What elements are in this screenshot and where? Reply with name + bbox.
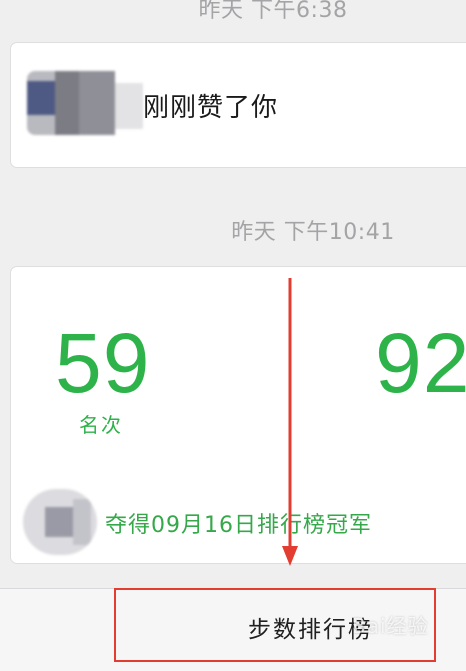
like-message-text: 刚刚赞了你: [143, 93, 279, 123]
blurred-avatar[interactable]: [27, 71, 143, 135]
rank-summary-card[interactable]: 59 名次 92 夺得09月16日排行榜冠军: [10, 266, 466, 564]
rank-value: 59: [55, 316, 151, 410]
red-arrow-annotation: [282, 278, 298, 566]
watermark-text: Bai经验: [352, 614, 429, 638]
steps-value: 92: [375, 316, 466, 410]
rank-label: 名次: [79, 413, 123, 437]
champion-text: 夺得09月16日排行榜冠军: [105, 513, 372, 538]
timestamp-middle: 昨天 下午10:41: [231, 220, 395, 245]
champion-avatar[interactable]: [23, 489, 97, 555]
timestamp-top: 昨天 下午6:38: [198, 0, 348, 23]
like-message-card[interactable]: 刚刚赞了你: [10, 42, 466, 168]
